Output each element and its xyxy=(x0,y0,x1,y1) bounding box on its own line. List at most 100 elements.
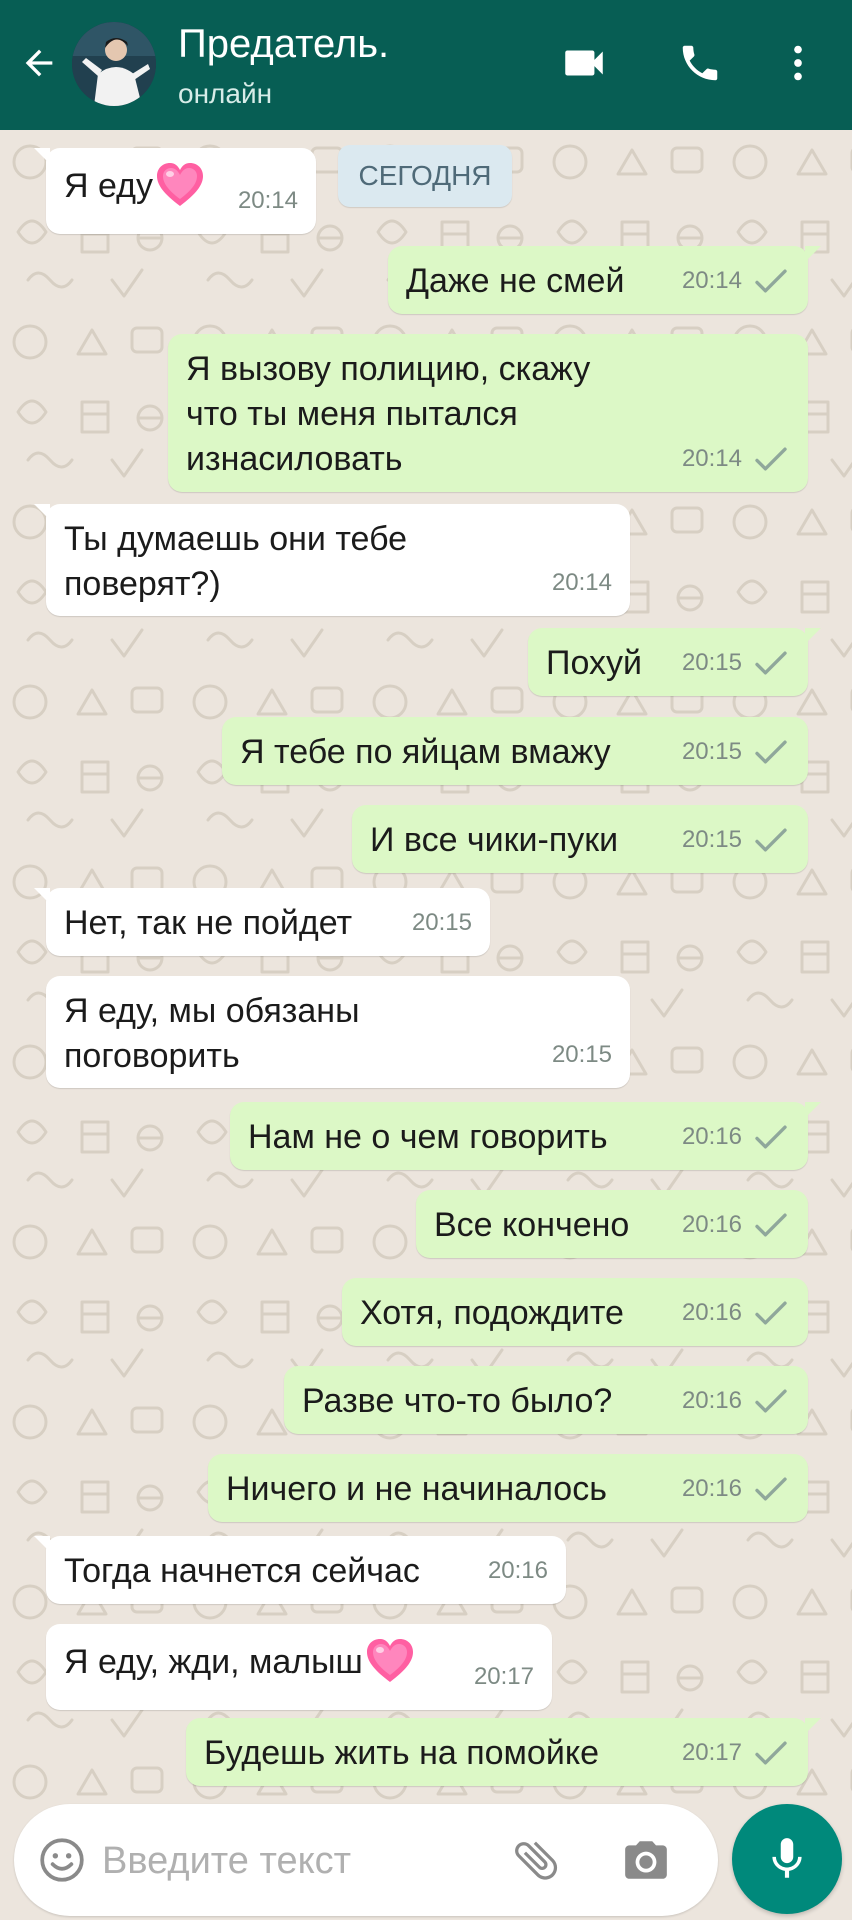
message-time: 20:16 xyxy=(681,1123,742,1150)
date-divider: СЕГОДНЯ xyxy=(338,145,512,207)
more-vert-icon xyxy=(794,45,802,81)
message-text: Будешь жить на помойке xyxy=(204,1734,599,1772)
message-text: Я тебе по яйцам вмажу xyxy=(240,733,611,771)
incoming-message[interactable]: Я еду 20:14 xyxy=(34,148,316,234)
message-meta: 20:17 xyxy=(474,1654,534,1699)
sent-check-icon xyxy=(754,1211,788,1239)
back-arrow-icon xyxy=(25,49,53,77)
message-meta: 20:14 xyxy=(682,258,788,303)
message-meta: 20:15 xyxy=(682,640,788,685)
message-meta: 20:16 xyxy=(682,1114,788,1159)
message-meta: 20:16 xyxy=(488,1548,548,1593)
chat-header: Предатель. онлайн xyxy=(0,0,852,130)
sent-check-icon xyxy=(754,1123,788,1151)
message-text: Все кончено xyxy=(434,1206,630,1244)
message-text: Я еду, мы обязаны поговорить xyxy=(64,992,360,1075)
chat-screen: Предатель. онлайн СЕГОДНЯ Я еду 20:14 Да… xyxy=(0,0,852,1920)
incoming-message[interactable]: Тогда начнется сейчас 20:16 xyxy=(34,1536,566,1604)
message-text: Ничего и не начиналось xyxy=(226,1470,607,1508)
sent-check-icon xyxy=(754,1299,788,1327)
message-time: 20:15 xyxy=(681,649,742,676)
message-text: Я вызову полицию, скажу что ты меня пыта… xyxy=(186,350,591,478)
composer-bar xyxy=(0,1800,852,1920)
outgoing-message[interactable]: Я тебе по яйцам вмажу 20:15 xyxy=(222,717,808,785)
message-meta: 20:15 xyxy=(682,729,788,774)
sent-check-icon xyxy=(754,649,788,677)
bubble-tail xyxy=(805,1102,821,1118)
message-time: 20:17 xyxy=(473,1663,534,1690)
incoming-message[interactable]: Я еду, мы обязаны поговорить 20:15 xyxy=(46,976,630,1088)
message-meta: 20:14 xyxy=(238,178,298,223)
message-time: 20:14 xyxy=(237,187,298,214)
message-meta: 20:16 xyxy=(682,1290,788,1335)
mic-icon xyxy=(772,1838,802,1878)
message-time: 20:16 xyxy=(681,1475,742,1502)
sent-check-icon xyxy=(754,445,788,473)
message-meta: 20:17 xyxy=(682,1730,788,1775)
outgoing-message[interactable]: Хотя, подождите 20:16 xyxy=(342,1278,808,1346)
bubble-tail xyxy=(34,504,50,520)
more-options-button[interactable] xyxy=(770,35,826,91)
message-meta: 20:15 xyxy=(552,1032,612,1077)
attach-button[interactable] xyxy=(508,1832,564,1888)
message-time: 20:16 xyxy=(487,1557,548,1584)
back-button[interactable] xyxy=(14,38,64,88)
message-text: Я еду, жди, малыш xyxy=(64,1643,363,1681)
contact-name[interactable]: Предатель. xyxy=(178,22,389,67)
phone-icon xyxy=(682,45,718,81)
sent-check-icon xyxy=(754,1475,788,1503)
bubble-tail xyxy=(805,628,821,644)
sent-check-icon xyxy=(754,1739,788,1767)
message-meta: 20:16 xyxy=(682,1202,788,1247)
sent-check-icon xyxy=(754,1387,788,1415)
incoming-message[interactable]: Ты думаешь они тебе поверят?) 20:14 xyxy=(34,504,630,616)
message-meta: 20:16 xyxy=(682,1466,788,1511)
outgoing-message[interactable]: Даже не смей 20:14 xyxy=(388,246,821,314)
outgoing-message[interactable]: И все чики-пуки 20:15 xyxy=(352,805,808,873)
incoming-message[interactable]: Нет, так не пойдет 20:15 xyxy=(34,888,490,956)
message-text: Я еду xyxy=(64,167,154,205)
message-text: И все чики-пуки xyxy=(370,821,619,859)
contact-avatar[interactable] xyxy=(72,22,156,106)
sent-check-icon xyxy=(754,738,788,766)
outgoing-message[interactable]: Будешь жить на помойке 20:17 xyxy=(186,1718,821,1786)
outgoing-message[interactable]: Я вызову полицию, скажу что ты меня пыта… xyxy=(168,334,808,492)
message-input-container xyxy=(14,1804,718,1918)
message-meta: 20:14 xyxy=(552,560,612,605)
message-time: 20:16 xyxy=(681,1387,742,1414)
message-meta: 20:15 xyxy=(412,900,472,945)
voice-call-button[interactable] xyxy=(672,35,728,91)
video-call-icon xyxy=(565,50,603,76)
camera-button[interactable] xyxy=(618,1832,674,1888)
outgoing-message[interactable]: Ничего и не начиналось 20:16 xyxy=(208,1454,808,1522)
bubble-tail xyxy=(805,1718,821,1734)
message-time: 20:14 xyxy=(551,569,612,596)
message-text: Ты думаешь они тебе поверят?) xyxy=(64,520,408,603)
message-text: Разве что-то было? xyxy=(302,1382,613,1420)
bubble-tail xyxy=(34,148,50,164)
contact-status: онлайн xyxy=(178,78,273,109)
message-time: 20:14 xyxy=(681,445,742,472)
message-meta: 20:15 xyxy=(682,817,788,862)
message-time: 20:14 xyxy=(681,267,742,294)
outgoing-message[interactable]: Похуй 20:15 xyxy=(528,628,821,696)
outgoing-message[interactable]: Разве что-то было? 20:16 xyxy=(284,1366,808,1434)
camera-icon xyxy=(625,1841,667,1879)
video-call-button[interactable] xyxy=(556,35,612,91)
heart-emoji-icon xyxy=(155,161,205,221)
outgoing-message[interactable]: Все кончено 20:16 xyxy=(416,1190,808,1258)
message-time: 20:16 xyxy=(681,1211,742,1238)
incoming-message[interactable]: Я еду, жди, малыш 20:17 xyxy=(46,1624,552,1710)
emoji-button[interactable] xyxy=(34,1832,90,1888)
message-text: Похуй xyxy=(546,644,642,682)
message-text: Даже не смей xyxy=(406,262,625,300)
message-time: 20:15 xyxy=(411,909,472,936)
heart-emoji-icon xyxy=(365,1637,415,1697)
voice-message-button[interactable] xyxy=(732,1804,842,1914)
outgoing-message[interactable]: Нам не о чем говорить 20:16 xyxy=(230,1102,821,1170)
message-input[interactable] xyxy=(100,1804,504,1918)
message-text: Тогда начнется сейчас xyxy=(64,1552,420,1590)
message-time: 20:15 xyxy=(681,826,742,853)
bubble-tail xyxy=(34,1536,50,1552)
message-meta: 20:16 xyxy=(682,1378,788,1423)
